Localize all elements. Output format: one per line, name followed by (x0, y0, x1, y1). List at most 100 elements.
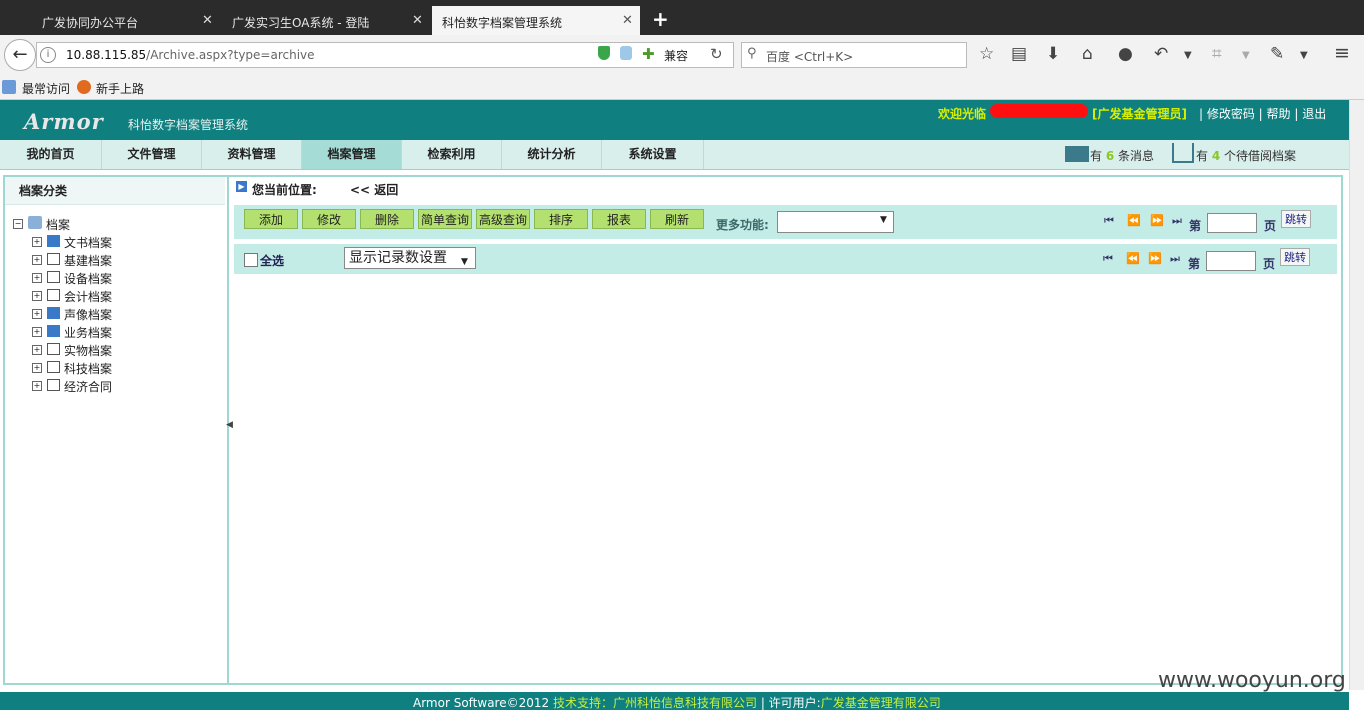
jump-button[interactable]: 跳转 (1281, 210, 1311, 228)
undo-icon[interactable]: ↶ (1154, 44, 1168, 64)
collapse-icon[interactable]: − (13, 219, 23, 229)
browser-tab-1[interactable]: 广发协同办公平台 ✕ (0, 6, 218, 35)
addon-icon[interactable]: ✎ (1270, 44, 1284, 64)
tree-item[interactable]: 科技档案 (64, 360, 112, 377)
tree-item[interactable]: 实物档案 (64, 342, 112, 359)
reading-list-icon[interactable]: ▤ (1011, 44, 1027, 64)
url-text[interactable]: 10.88.115.85/Archive.aspx?type=archive (66, 48, 315, 62)
close-icon[interactable]: ✕ (622, 13, 633, 28)
borrow-count: 4 (1211, 149, 1221, 163)
compat-mode-label[interactable]: 兼容 (664, 47, 688, 64)
url-host: 10.88.115.85 (66, 48, 147, 62)
simple-query-button[interactable]: 简单查询 (418, 209, 472, 229)
next-page-icon[interactable]: ⏩ (1148, 252, 1162, 265)
chevron-down-icon: ▼ (880, 215, 887, 225)
menu-icon[interactable]: ≡ (1334, 42, 1350, 64)
add-button[interactable]: 添加 (244, 209, 298, 229)
chat-icon[interactable]: ● (1118, 44, 1133, 64)
tree-item[interactable]: 声像档案 (64, 306, 112, 323)
tree-item[interactable]: 文书档案 (64, 234, 112, 251)
reload-icon[interactable]: ↻ (710, 45, 723, 63)
select-all-checkbox[interactable] (244, 253, 258, 267)
tree-root[interactable]: 档案 (46, 216, 70, 233)
bookmark-most-visited[interactable]: 最常访问 (22, 80, 70, 97)
prev-page-icon[interactable]: ⏪ (1127, 214, 1141, 227)
search-icon: ⚲ (747, 46, 757, 61)
first-page-icon[interactable]: ⏮ (1103, 252, 1113, 266)
back-button[interactable]: ← (4, 39, 36, 71)
expand-icon[interactable]: + (32, 309, 42, 319)
borrow-suffix: 个待借阅档案 (1224, 149, 1297, 163)
menu-home[interactable]: 我的首页 (0, 140, 102, 169)
chevron-down-icon[interactable]: ▼ (1300, 50, 1308, 61)
next-page-icon[interactable]: ⏩ (1150, 214, 1164, 227)
menu-materials[interactable]: 资料管理 (202, 140, 302, 169)
jump-button[interactable]: 跳转 (1280, 248, 1310, 266)
chevron-down-icon[interactable]: ▼ (1242, 50, 1250, 61)
user-role: [广发基金管理员] (1092, 107, 1187, 121)
crop-icon[interactable]: ⌗ (1212, 44, 1222, 64)
expand-icon[interactable]: + (32, 363, 42, 373)
advanced-query-button[interactable]: 高级查询 (476, 209, 530, 229)
sort-button[interactable]: 排序 (534, 209, 588, 229)
delete-button[interactable]: 删除 (360, 209, 414, 229)
expand-icon[interactable]: + (32, 273, 42, 283)
tree-item[interactable]: 业务档案 (64, 324, 112, 341)
expand-icon[interactable]: + (32, 381, 42, 391)
chevron-down-icon[interactable]: ▼ (1184, 50, 1192, 61)
display-records-value: 显示记录数设置 (349, 250, 447, 266)
back-link[interactable]: << 返回 (350, 181, 398, 198)
close-icon[interactable]: ✕ (412, 13, 423, 28)
select-all-label[interactable]: 全选 (260, 252, 284, 269)
folder-icon (47, 271, 60, 283)
book-icon (47, 235, 60, 247)
extension-icon[interactable] (620, 46, 632, 60)
home-icon[interactable]: ⌂ (1082, 44, 1093, 64)
display-records-select[interactable]: 显示记录数设置 ▼ (344, 247, 476, 269)
footer-support[interactable]: 技术支持：广州科怡信息科技有限公司 (553, 696, 757, 710)
puzzle-icon[interactable]: ✚ (642, 45, 655, 63)
page-input[interactable] (1207, 213, 1257, 233)
splitter-handle[interactable]: ◀ (226, 420, 233, 430)
star-icon[interactable]: ☆ (979, 44, 994, 64)
footer-license[interactable]: 广发基金管理有限公司 (821, 696, 941, 710)
message-info[interactable]: 有 6 条消息 (1066, 147, 1154, 164)
borrow-info[interactable]: 有 4 个待借阅档案 (1196, 147, 1296, 164)
expand-icon[interactable]: + (32, 255, 42, 265)
menu-files[interactable]: 文件管理 (102, 140, 202, 169)
refresh-button[interactable]: 刷新 (650, 209, 704, 229)
info-icon[interactable]: i (40, 47, 56, 63)
edit-button[interactable]: 修改 (302, 209, 356, 229)
tree-item[interactable]: 经济合同 (64, 378, 112, 395)
page-input[interactable] (1206, 251, 1256, 271)
top-links[interactable]: | 修改密码 | 帮助 | 退出 (1199, 105, 1326, 122)
menu-stats[interactable]: 统计分析 (502, 140, 602, 169)
tree-item[interactable]: 设备档案 (64, 270, 112, 287)
expand-icon[interactable]: + (32, 345, 42, 355)
shield-icon[interactable] (598, 46, 610, 60)
menu-settings[interactable]: 系统设置 (602, 140, 704, 169)
borrow-prefix: 有 (1196, 149, 1209, 163)
new-tab-icon[interactable]: + (652, 7, 669, 31)
bookmark-folder-icon (2, 80, 16, 94)
browser-tab-3[interactable]: 科怡数字档案管理系统 ✕ (432, 6, 640, 35)
firefox-icon (77, 80, 91, 94)
last-page-icon[interactable]: ⏭ (1170, 252, 1180, 266)
bookmark-getting-started[interactable]: 新手上路 (96, 80, 144, 97)
expand-icon[interactable]: + (32, 327, 42, 337)
expand-icon[interactable]: + (32, 291, 42, 301)
last-page-icon[interactable]: ⏭ (1172, 214, 1182, 228)
more-functions-select[interactable]: ▼ (777, 211, 894, 233)
download-icon[interactable]: ⬇ (1046, 44, 1060, 64)
first-page-icon[interactable]: ⏮ (1104, 214, 1114, 228)
page-scrollbar[interactable] (1349, 100, 1364, 690)
browser-tab-2[interactable]: 广发实习生OA系统 - 登陆 ✕ (190, 6, 430, 35)
report-button[interactable]: 报表 (592, 209, 646, 229)
menu-archives[interactable]: 档案管理 (302, 140, 402, 169)
cart-icon[interactable] (1172, 143, 1194, 163)
menu-search[interactable]: 检索利用 (402, 140, 502, 169)
expand-icon[interactable]: + (32, 237, 42, 247)
prev-page-icon[interactable]: ⏪ (1126, 252, 1140, 265)
tree-item[interactable]: 会计档案 (64, 288, 112, 305)
tree-item[interactable]: 基建档案 (64, 252, 112, 269)
